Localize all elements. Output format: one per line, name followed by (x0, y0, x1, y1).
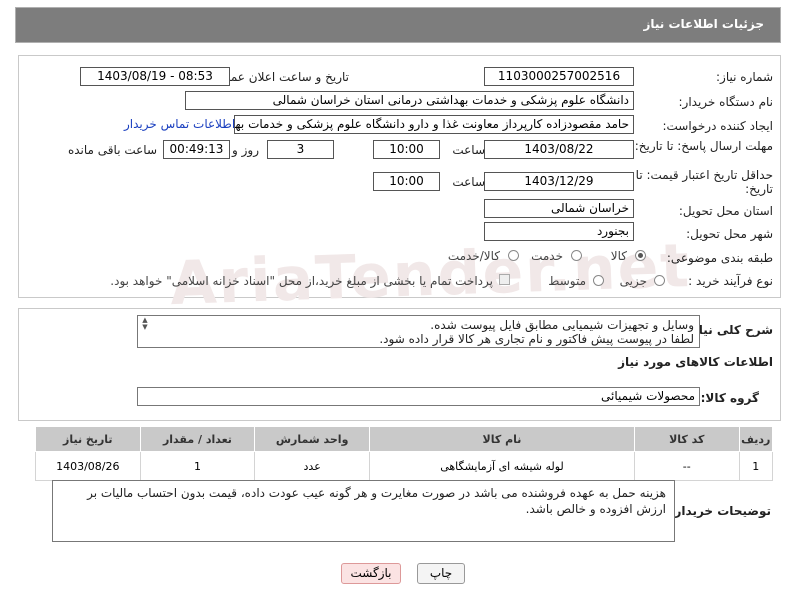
validity-time-label: ساعت (452, 175, 485, 189)
cell-date: 1403/08/26 (35, 451, 141, 481)
process-medium-radio[interactable] (593, 275, 604, 286)
category-service-label: خدمت (531, 249, 563, 263)
deadline-label: مهلت ارسال پاسخ: تا تاریخ: (634, 139, 773, 153)
category-label: طبقه بندی موضوعی: (666, 251, 773, 265)
buyer-contact-link[interactable]: اطلاعات تماس خریدار (124, 117, 235, 131)
need-number-label: شماره نیاز: (716, 70, 773, 84)
back-button[interactable]: بازگشت (341, 563, 401, 584)
goods-group-label: گروه کالا: (700, 391, 759, 405)
goods-group-field: محصولات شیمیائی (137, 387, 700, 406)
remaining-time-field: 00:49:13 (163, 140, 230, 159)
province-field: خراسان شمالی (484, 199, 634, 218)
cell-code: -- (633, 451, 740, 481)
table-row: 1 -- لوله شیشه ای آزمایشگاهی عدد 1 1403/… (35, 451, 773, 481)
buyer-org-field: دانشگاه علوم پزشکی و خدمات بهداشتی درمان… (185, 91, 634, 110)
process-label: نوع فرآیند خرید : (688, 274, 773, 288)
col-date: تاریخ نیاز (35, 426, 141, 452)
description-textarea: وسایل و تجهیزات شیمیایی مطابق فایل پیوست… (137, 315, 700, 348)
goods-section-title: اطلاعات کالاهای مورد نیاز (618, 355, 773, 369)
days-label: روز و (232, 143, 259, 157)
province-label: استان محل تحویل: (678, 204, 773, 218)
col-name: نام کالا (369, 426, 635, 452)
category-goods-label: کالا (610, 249, 627, 263)
category-service-radio[interactable] (571, 250, 582, 261)
textarea-scroll-arrows[interactable]: ▲ ▼ (140, 317, 150, 331)
page-header: جزئیات اطلاعات نیاز (15, 7, 781, 43)
city-field: بجنورد (484, 222, 634, 241)
process-medium-label: متوسط (548, 274, 586, 288)
buyer-notes-label: توضیحات خریدار: (669, 504, 771, 518)
description-line-1: وسایل و تجهیزات شیمیایی مطابق فایل پیوست… (430, 318, 694, 332)
page-title: جزئیات اطلاعات نیاز (643, 17, 764, 31)
col-row: ردیف (738, 426, 773, 452)
col-unit: واحد شمارش (254, 426, 370, 452)
validity-label: حداقل تاریخ اعتبار قیمت: تا تاریخ: (635, 168, 773, 196)
deadline-time-label: ساعت (452, 143, 485, 157)
city-label: شهر محل تحویل: (686, 227, 773, 241)
description-line-2: لطفا در پیوست پیش فاکتور و نام تجاری هر … (379, 332, 694, 346)
days-field: 3 (267, 140, 334, 159)
deadline-time-field: 10:00 (373, 140, 440, 159)
deadline-date-field: 1403/08/22 (484, 140, 634, 159)
treasury-payment-note: پرداخت تمام یا بخشی از مبلغ خرید،از محل … (110, 274, 493, 288)
col-qty: تعداد / مقدار (139, 426, 256, 452)
category-both-radio[interactable] (508, 250, 519, 261)
announce-field: 1403/08/19 - 08:53 (80, 67, 230, 86)
remaining-label: ساعت باقی مانده (67, 143, 157, 157)
process-minor-label: جزیی (619, 274, 647, 288)
cell-unit: عدد (254, 451, 370, 481)
requester-field: حامد مقصودزاده کارپرداز معاونت غذا و دار… (234, 115, 634, 134)
cell-row: 1 (738, 451, 773, 481)
cell-qty: 1 (139, 451, 256, 481)
validity-time-field: 10:00 (373, 172, 440, 191)
goods-table: ردیف کد کالا نام کالا واحد شمارش تعداد /… (35, 426, 773, 481)
cell-name: لوله شیشه ای آزمایشگاهی (369, 451, 635, 481)
need-number-field: 1103000257002516 (484, 67, 634, 86)
requester-label: ایجاد کننده درخواست: (662, 119, 773, 133)
buyer-notes-textarea: هزینه حمل به عهده فروشنده می باشد در صور… (52, 480, 675, 542)
category-both-label: کالا/خدمت (447, 249, 500, 263)
validity-date-field: 1403/12/29 (484, 172, 634, 191)
buyer-org-label: نام دستگاه خریدار: (678, 95, 774, 109)
category-goods-radio[interactable] (635, 250, 646, 261)
treasury-payment-checkbox[interactable] (499, 274, 510, 285)
col-code: کد کالا (633, 426, 740, 452)
print-button[interactable]: چاپ (417, 563, 465, 584)
process-minor-radio[interactable] (654, 275, 665, 286)
goods-table-header: ردیف کد کالا نام کالا واحد شمارش تعداد /… (35, 426, 773, 452)
